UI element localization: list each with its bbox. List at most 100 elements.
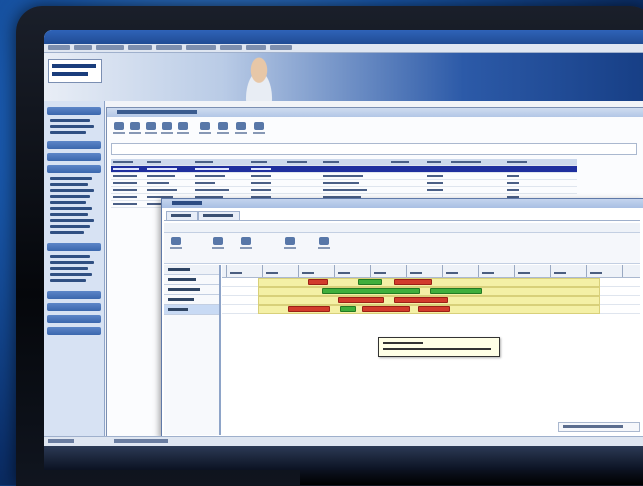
sidebar-item[interactable] (50, 261, 94, 264)
menu-item[interactable] (270, 45, 292, 50)
window-titlebar (107, 108, 643, 117)
help-icon (254, 122, 264, 130)
gantt-bar[interactable] (394, 297, 448, 303)
tab[interactable] (166, 211, 198, 220)
menu-item[interactable] (156, 45, 182, 50)
toolbar-button[interactable] (177, 122, 189, 136)
gantt-bar[interactable] (288, 306, 330, 312)
list-item[interactable] (164, 275, 219, 285)
sidebar-item[interactable] (50, 207, 92, 210)
sidebar-section[interactable] (47, 303, 101, 311)
sidebar-section[interactable] (47, 243, 101, 251)
app-screen (44, 30, 643, 470)
gantt-bar[interactable] (418, 306, 450, 312)
menu-bar (44, 44, 643, 53)
gantt-bar[interactable] (430, 288, 482, 294)
sidebar-item[interactable] (50, 255, 90, 258)
toolbar-button[interactable] (318, 237, 330, 251)
resource-list (164, 265, 221, 435)
filter-field[interactable] (111, 143, 637, 155)
menu-item[interactable] (128, 45, 152, 50)
gantt-bar[interactable] (394, 279, 432, 285)
period-bar (164, 223, 640, 233)
zoom-select[interactable] (240, 237, 252, 251)
sidebar-section[interactable] (47, 315, 101, 323)
list-item[interactable] (164, 305, 219, 315)
list-item[interactable] (164, 285, 219, 295)
toolbar-button[interactable] (235, 122, 247, 136)
menu-item[interactable] (48, 45, 70, 50)
sidebar-section[interactable] (47, 165, 101, 173)
gantt-bar[interactable] (322, 288, 420, 294)
menu-item[interactable] (96, 45, 124, 50)
toolbar-button[interactable] (253, 122, 265, 136)
sidebar-item[interactable] (50, 177, 92, 180)
window-titlebar (162, 199, 643, 208)
toolbar-button[interactable] (199, 122, 211, 136)
screen-bottom-edge (44, 446, 643, 470)
toolbar-button[interactable] (217, 122, 229, 136)
gantt-bar[interactable] (338, 297, 384, 303)
monitor-base (300, 470, 643, 485)
sidebar-item[interactable] (50, 189, 94, 192)
sidebar-item[interactable] (50, 273, 92, 276)
settings-icon (319, 237, 329, 245)
sidebar-section[interactable] (47, 141, 101, 149)
sidebar-section[interactable] (47, 107, 101, 115)
status-bar (44, 436, 643, 446)
table-row[interactable] (111, 180, 577, 187)
calendar-icon (171, 237, 181, 245)
sidebar-section[interactable] (47, 291, 101, 299)
menu-item[interactable] (74, 45, 92, 50)
menu-item[interactable] (220, 45, 242, 50)
gantt-tooltip (378, 337, 500, 357)
toolbar-button[interactable] (129, 122, 141, 136)
sidebar-item[interactable] (50, 219, 94, 222)
grid-header (111, 159, 577, 166)
gantt-bar[interactable] (362, 306, 410, 312)
table-row[interactable] (111, 173, 577, 180)
sidebar-item[interactable] (50, 119, 90, 122)
sidebar-item[interactable] (50, 279, 86, 282)
settings-icon (236, 122, 246, 130)
sidebar-section[interactable] (47, 327, 101, 335)
table-row[interactable] (111, 166, 577, 173)
gantt-lane (222, 304, 640, 314)
zoom-icon (241, 237, 251, 245)
print-icon (178, 122, 188, 130)
sidebar-item[interactable] (50, 267, 88, 270)
toolbar-button[interactable] (145, 122, 157, 136)
company-logo (48, 59, 102, 83)
toolbar-button[interactable] (113, 122, 125, 136)
sidebar-item[interactable] (50, 213, 88, 216)
gantt-window (161, 198, 643, 437)
tab[interactable] (198, 211, 240, 220)
gantt-bar[interactable] (358, 279, 382, 285)
sidebar-item[interactable] (50, 125, 94, 128)
sidebar-item[interactable] (50, 131, 86, 134)
toolbar-button[interactable] (161, 122, 173, 136)
gantt-bar[interactable] (340, 306, 356, 312)
sidebar-item[interactable] (50, 195, 90, 198)
app-titlebar (44, 30, 643, 44)
filter-icon (162, 122, 172, 130)
sidebar-item[interactable] (50, 225, 90, 228)
list-item[interactable] (164, 295, 219, 305)
menu-item[interactable] (246, 45, 266, 50)
toolbar-button[interactable] (212, 237, 224, 251)
save-icon (146, 122, 156, 130)
export-icon (200, 122, 210, 130)
sidebar-item[interactable] (50, 231, 84, 234)
sidebar-item[interactable] (50, 183, 88, 186)
gantt-bar[interactable] (308, 279, 328, 285)
sidebar-item[interactable] (50, 201, 86, 204)
sidebar-section[interactable] (47, 153, 101, 161)
table-row[interactable] (111, 187, 577, 194)
menu-item[interactable] (186, 45, 216, 50)
tab-bar (164, 210, 640, 221)
person-photo (239, 57, 279, 101)
gantt-toolbar (164, 233, 640, 264)
chart-icon (218, 122, 228, 130)
toolbar-button[interactable] (284, 237, 296, 251)
date-range-button[interactable] (170, 237, 182, 251)
